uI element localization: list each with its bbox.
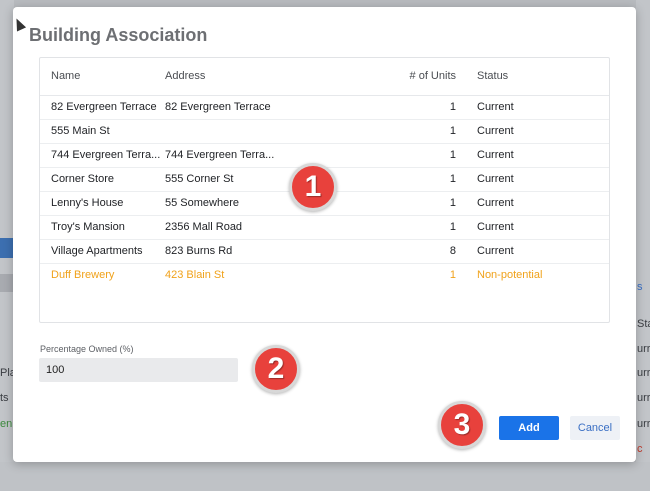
percentage-owned-input[interactable]: [39, 358, 238, 382]
column-header-status[interactable]: Status: [477, 58, 609, 96]
cell-status: Non-potential: [477, 269, 543, 282]
add-button[interactable]: Add: [499, 416, 559, 440]
background-fragment: Pla: [0, 367, 13, 379]
cell-name: Troy's Mansion: [40, 215, 165, 240]
cell-units: 8: [355, 239, 477, 264]
cell-name: Lenny's House: [40, 191, 165, 216]
table-row[interactable]: Troy's Mansion 2356 Mall Road 1 Current: [40, 215, 609, 240]
cell-address: 423 Blain St: [165, 269, 225, 282]
cell-units: 1: [355, 119, 477, 144]
cell-address: 823 Burns Rd: [165, 239, 355, 264]
table-row[interactable]: 82 Evergreen Terrace 82 Evergreen Terrac…: [40, 95, 609, 120]
background-fragment: urr: [637, 343, 650, 355]
percentage-owned-label: Percentage Owned (%): [40, 344, 134, 354]
building-association-dialog: Building Association Name Address # of U…: [13, 7, 636, 462]
cell-name: Duff Brewery: [51, 269, 115, 282]
cell-status: Current: [477, 95, 609, 120]
step-badge-2: 2: [252, 345, 300, 393]
step-badge-1: 1: [289, 163, 337, 211]
cell-status: Current: [477, 167, 609, 192]
cell-units: 1: [355, 215, 477, 240]
cell-name: 82 Evergreen Terrace: [40, 95, 165, 120]
column-header-address[interactable]: Address: [165, 58, 355, 96]
background-fragment: urr: [637, 367, 650, 379]
cell-address: 82 Evergreen Terrace: [165, 95, 355, 120]
table-header-row: Name Address # of Units Status: [40, 58, 609, 96]
cell-status: Current: [477, 239, 609, 264]
table-row-highlighted[interactable]: Duff Brewery 423 Blain St 1 Non-potentia…: [40, 263, 609, 287]
table-row[interactable]: Village Apartments 823 Burns Rd 8 Curren…: [40, 239, 609, 264]
background-selected-item: [0, 238, 14, 258]
cell-status: Current: [477, 215, 609, 240]
cell-units: 1: [355, 191, 477, 216]
background-fragment: c: [637, 443, 643, 455]
cell-address: [165, 119, 355, 144]
column-header-name[interactable]: Name: [40, 58, 165, 96]
background-fragment: s: [637, 281, 643, 293]
background-fragment: urr: [637, 418, 650, 430]
cell-name: Corner Store: [40, 167, 165, 192]
table-row[interactable]: 744 Evergreen Terra... 744 Evergreen Ter…: [40, 143, 609, 168]
cell-name: 555 Main St: [40, 119, 165, 144]
cell-name: 744 Evergreen Terra...: [40, 143, 165, 168]
cell-address: 2356 Mall Road: [165, 215, 355, 240]
background-fragment: en: [0, 418, 13, 430]
cell-status: Current: [477, 191, 609, 216]
background-gray-item: [0, 274, 14, 292]
cell-units: 1: [355, 95, 477, 120]
cell-units: 1: [355, 143, 477, 168]
table-row[interactable]: 555 Main St 1 Current: [40, 119, 609, 144]
cancel-button[interactable]: Cancel: [570, 416, 620, 440]
background-fragment: urr: [637, 392, 650, 404]
cell-units: 1: [449, 269, 456, 282]
cell-status: Current: [477, 119, 609, 144]
cell-name: Village Apartments: [40, 239, 165, 264]
background-fragment: ts: [0, 392, 9, 404]
cell-status: Current: [477, 143, 609, 168]
background-fragment: Statu: [637, 318, 650, 330]
cell-units: 1: [355, 167, 477, 192]
cell-address: 744 Evergreen Terra...: [165, 143, 355, 168]
column-header-units[interactable]: # of Units: [355, 58, 477, 96]
step-badge-3: 3: [438, 401, 486, 449]
background-bottom-strip: [0, 462, 650, 491]
dialog-title: Building Association: [29, 25, 208, 45]
